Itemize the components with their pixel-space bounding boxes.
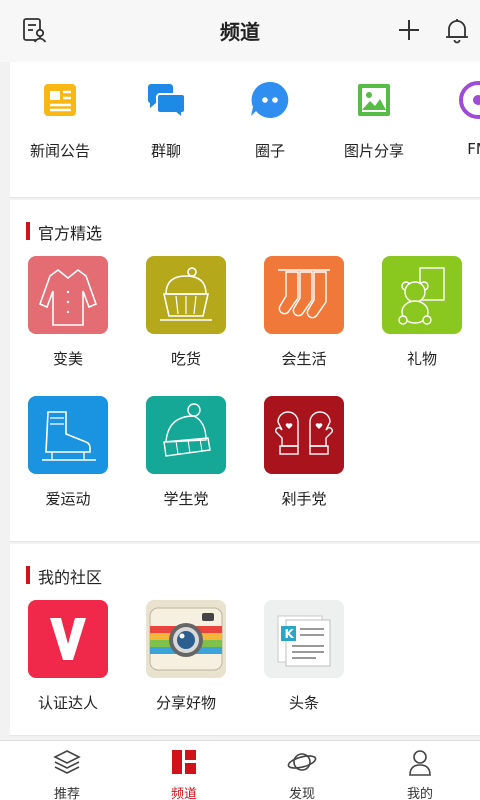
tile-label: 学生党 [163, 490, 209, 508]
quick-link-label: 新闻公告 [29, 142, 90, 160]
tab-discover[interactable]: 发现 [242, 741, 362, 800]
official-item-sports[interactable]: 爱运动 [28, 396, 108, 509]
layers-icon [53, 750, 81, 774]
community-item-share[interactable]: 分享好物 [146, 600, 226, 713]
tile-label: 变美 [52, 350, 83, 368]
tile-label: 头条 [288, 694, 319, 712]
quick-link-circle[interactable]: 圈子 [220, 80, 320, 161]
quick-links-row: 新闻公告 群聊 圈子 图片分享 FM [10, 62, 480, 198]
quick-link-label: 圈子 [254, 142, 285, 160]
tile-label: 会生活 [281, 350, 327, 368]
tile-label: 爱运动 [45, 490, 91, 508]
quick-link-label: 群聊 [150, 142, 181, 160]
svg-text:K: K [285, 627, 295, 641]
tile-label: 吃货 [170, 350, 201, 368]
official-section: 官方精选 变美 吃货 会生活 礼物 爱运动 学生党 剁手党 [10, 200, 480, 542]
section-title: 官方精选 [26, 220, 102, 244]
official-item-living[interactable]: 会生活 [264, 256, 344, 369]
mittens-icon [275, 411, 333, 455]
tile-label: 分享好物 [155, 694, 216, 712]
quick-link-label: 图片分享 [343, 142, 404, 160]
tab-label: 推荐 [53, 787, 80, 800]
tab-channel[interactable]: 频道 [124, 741, 244, 800]
fm-icon [459, 81, 480, 119]
community-item-certified[interactable]: 认证达人 [28, 600, 108, 713]
tab-label: 发现 [288, 787, 315, 800]
v-logo-icon [50, 618, 86, 660]
image-icon [358, 84, 390, 116]
quick-link-news[interactable]: 新闻公告 [10, 80, 110, 161]
quick-link-fm[interactable]: FM [428, 80, 480, 158]
teddy-bear-icon [398, 267, 445, 325]
news-icon [44, 84, 76, 116]
official-item-student[interactable]: 学生党 [146, 396, 226, 509]
beanie-icon [163, 403, 211, 457]
section-title: 我的社区 [26, 564, 102, 588]
stockings-icon [278, 269, 330, 319]
tile-label: 礼物 [406, 350, 437, 368]
tab-mine[interactable]: 我的 [360, 741, 480, 800]
official-item-gift[interactable]: 礼物 [382, 256, 462, 369]
official-item-beauty[interactable]: 变美 [28, 256, 108, 369]
channel-grid-icon [172, 750, 196, 774]
bell-icon[interactable] [442, 14, 472, 46]
bottom-tab-bar: 推荐 频道 发现 我的 [0, 740, 480, 800]
official-item-foodie[interactable]: 吃货 [146, 256, 226, 369]
community-item-headline[interactable]: K 头条 [264, 600, 344, 713]
community-section: 我的社区 认证达人 分享好物 K 头条 [10, 544, 480, 736]
person-icon [409, 750, 431, 776]
coat-icon [38, 268, 98, 326]
tab-label: 频道 [170, 787, 197, 800]
tile-label: 剁手党 [281, 490, 327, 508]
ice-skate-icon [42, 411, 96, 461]
circle-chat-icon [251, 81, 289, 118]
quick-link-group-chat[interactable]: 群聊 [116, 80, 216, 161]
camera-icon [149, 607, 223, 671]
official-item-shopaholic[interactable]: 剁手党 [264, 396, 344, 509]
header-bar: 频道 [0, 0, 480, 62]
tab-recommend[interactable]: 推荐 [7, 741, 127, 800]
headline-icon: K [277, 615, 331, 667]
tile-label: 认证达人 [37, 694, 98, 712]
quick-link-label: FM [467, 140, 480, 158]
planet-icon [287, 753, 317, 771]
plus-icon[interactable] [394, 14, 424, 46]
tab-label: 我的 [406, 787, 433, 800]
cupcake-icon [160, 267, 212, 321]
chat-icon [147, 84, 186, 121]
quick-link-photo-share[interactable]: 图片分享 [324, 80, 424, 161]
